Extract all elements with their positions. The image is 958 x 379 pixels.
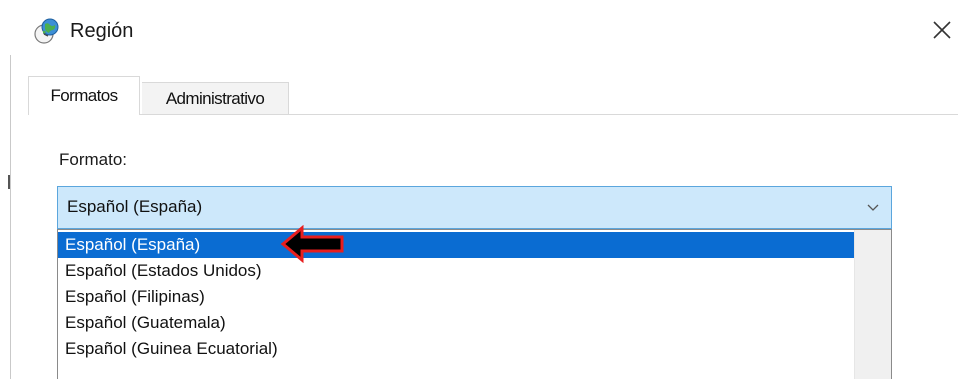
list-item[interactable]: Español (Guinea Ecuatorial) [58, 336, 855, 362]
format-combobox[interactable]: Español (España) [57, 186, 892, 229]
list-item[interactable]: Español (Estados Unidos) [58, 258, 855, 284]
region-dialog: Región Formatos Administrativo Formato: … [0, 0, 958, 379]
close-button[interactable] [926, 14, 958, 46]
close-icon [933, 21, 951, 39]
window-edge-mark [8, 175, 10, 189]
format-selected-value: Español (España) [67, 197, 203, 216]
list-item[interactable]: Español (Filipinas) [58, 284, 855, 310]
tab-label: Formatos [50, 86, 119, 105]
globe-clock-icon [33, 17, 61, 45]
tab-administrativo[interactable]: Administrativo [142, 82, 289, 114]
format-dropdown-list[interactable]: Español (España) Español (Estados Unidos… [57, 229, 892, 379]
window-left-edge [10, 55, 11, 379]
tab-label: Administrativo [165, 88, 265, 108]
tab-formatos[interactable]: Formatos [28, 76, 140, 115]
option-label: Español (Filipinas) [65, 287, 205, 306]
list-item[interactable]: Español (Guatemala) [58, 310, 855, 336]
annotation-arrow-icon [280, 225, 344, 263]
chevron-down-icon [867, 204, 879, 211]
title-bar: Región [0, 0, 958, 55]
list-item[interactable]: Español (España) [58, 232, 855, 258]
dropdown-scrollbar[interactable] [854, 230, 891, 379]
option-label: Español (España) [65, 235, 201, 254]
option-label: Español (Estados Unidos) [65, 261, 262, 280]
tab-strip: Formatos Administrativo [28, 76, 958, 116]
window-title: Región [70, 20, 134, 42]
format-label: Formato: [59, 150, 128, 169]
option-label: Español (Guatemala) [65, 313, 226, 332]
option-label: Español (Guinea Ecuatorial) [65, 339, 278, 358]
